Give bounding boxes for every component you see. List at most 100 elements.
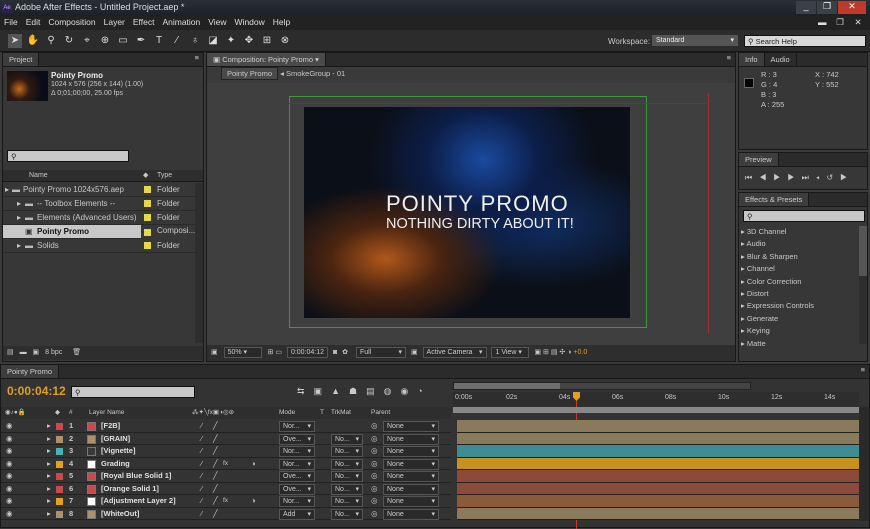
layer-label-swatch[interactable]	[56, 460, 63, 468]
channel-icon[interactable]: ✿	[342, 349, 348, 356]
brush-tool-icon[interactable]: ⁄	[170, 34, 184, 48]
column-name[interactable]: Name	[29, 170, 48, 182]
pen-tool-icon[interactable]: ✒	[134, 34, 148, 48]
parent-pickwhip-icon[interactable]: ◎	[371, 495, 378, 507]
menu-composition[interactable]: Composition	[44, 16, 99, 28]
tab-effects-presets[interactable]: Effects & Presets	[739, 193, 810, 206]
collapse-switch-icon[interactable]: ⁄	[201, 470, 202, 482]
comp-mini-flowchart-icon[interactable]: ⇆	[297, 386, 314, 396]
hide-shy-icon[interactable]: ☗	[349, 386, 366, 396]
expand-layer-icon[interactable]: ▸	[47, 433, 51, 445]
effect-category[interactable]: ▸ Keying	[741, 325, 857, 337]
snapshot-icon[interactable]: ◙	[333, 349, 337, 356]
layer-name[interactable]: [Orange Solid 1]	[101, 483, 159, 495]
visibility-eye-icon[interactable]: ◉	[6, 483, 13, 495]
layer-duration-bar[interactable]	[457, 420, 859, 433]
parent-pickwhip-icon[interactable]: ◎	[371, 470, 378, 482]
last-frame-icon[interactable]: ⏭	[802, 173, 816, 182]
quality-switch-icon[interactable]: ╱	[213, 420, 218, 432]
draft-3d-icon[interactable]: ▲	[331, 386, 349, 396]
effect-category[interactable]: ▸ Generate	[741, 313, 857, 325]
zoom-tool-icon[interactable]: ⚲	[44, 34, 58, 48]
layer-mode-dropdown[interactable]: Add ▾	[279, 508, 315, 520]
prev-frame-icon[interactable]: ◀	[759, 173, 773, 182]
menu-help[interactable]: Help	[269, 16, 294, 28]
effects-search-input[interactable]: ⚲	[743, 210, 865, 222]
layer-mode-dropdown[interactable]: Nor... ▾	[279, 421, 315, 432]
layer-trkmat-dropdown[interactable]: No... ▾	[331, 508, 363, 520]
clone-stamp-tool-icon[interactable]: ♁	[188, 34, 202, 48]
parent-pickwhip-icon[interactable]: ◎	[371, 458, 378, 470]
layer-label-swatch[interactable]	[56, 435, 63, 443]
tab-composition[interactable]: ▣ Composition: Pointy Promo ▾	[207, 53, 326, 66]
quality-switch-icon[interactable]: ╱	[213, 483, 218, 495]
quality-switch-icon[interactable]: ╱	[213, 495, 218, 507]
quality-switch-icon[interactable]: ╱	[213, 470, 218, 482]
effects-scrollbar[interactable]	[859, 226, 867, 344]
layer-label-swatch[interactable]	[56, 510, 63, 518]
play-icon[interactable]: ▶	[773, 173, 787, 182]
camera-tool-icon[interactable]: ⌖	[80, 34, 94, 48]
effect-category[interactable]: ▸ Expression Controls	[741, 300, 857, 312]
layer-parent-dropdown[interactable]: None ▾	[383, 458, 439, 470]
project-item[interactable]: ▸ ▬ Solids Folder	[3, 239, 195, 253]
camera-dropdown[interactable]: Active Camera ▾	[422, 347, 487, 358]
effect-category[interactable]: ▸ Distort	[741, 288, 857, 300]
safe-zones-icon[interactable]: ⊞	[268, 349, 274, 356]
fast-preview-icon[interactable]: ⊞	[543, 349, 549, 356]
zoom-dropdown[interactable]: 50% ▾	[223, 347, 262, 358]
menu-file[interactable]: File	[0, 16, 22, 28]
doc-close-button[interactable]: ✕	[850, 16, 866, 29]
parent-pickwhip-icon[interactable]: ◎	[371, 508, 378, 520]
brainstorm-icon[interactable]: ◉	[400, 386, 417, 396]
layer-duration-bar[interactable]	[457, 507, 859, 520]
collapse-switch-icon[interactable]: ⁄	[201, 483, 202, 495]
header-layer-name[interactable]: Layer Name	[89, 407, 124, 419]
layer-duration-bar[interactable]	[457, 482, 859, 495]
local-axis-icon[interactable]: ⊞	[260, 34, 274, 48]
project-scrollbar[interactable]	[195, 183, 203, 343]
interpret-footage-icon[interactable]: ▤	[7, 349, 14, 356]
layer-duration-bar[interactable]	[457, 457, 859, 470]
layer-row[interactable]: ◉ ▸ 7 [Adjustment Layer 2] ⁄ ╱ fx ◑ Nor... ▾ No...…	[1, 495, 451, 508]
exposure-value[interactable]: +0.0	[573, 349, 587, 356]
menu-layer[interactable]: Layer	[100, 16, 129, 28]
expand-layer-icon[interactable]: ▸	[47, 420, 51, 432]
layer-row[interactable]: ◉ ▸ 4 Grading ⁄ ╱ fx ◑ Nor... ▾ No... ▾ ◎ None ▾	[1, 458, 451, 470]
next-frame-icon[interactable]: ▶	[787, 173, 801, 182]
work-area-bar[interactable]	[453, 382, 751, 390]
expand-layer-icon[interactable]: ▸	[47, 495, 51, 507]
layer-row[interactable]: ◉ ▸ 5 [Royal Blue Solid 1] ⁄ ╱ Ove... ▾ No... ▾ ◎ N…	[1, 470, 451, 483]
motion-blur-icon[interactable]: ◍	[384, 386, 401, 396]
frame-blending-icon[interactable]: ▤	[366, 386, 384, 396]
mask-icon[interactable]: ▭	[275, 349, 282, 356]
effect-category[interactable]: ▸ Blur & Sharpen	[741, 251, 857, 263]
panel-menu-icon[interactable]: ≡	[861, 365, 869, 374]
world-axis-icon[interactable]: ⊗	[278, 34, 292, 48]
layer-row[interactable]: ◉ ▸ 6 [Orange Solid 1] ⁄ ╱ Ove... ▾ No... ▾ ◎ None ▾	[1, 483, 451, 495]
layer-mode-dropdown[interactable]: Ove... ▾	[279, 471, 315, 482]
adjustment-switch-icon[interactable]: ◑	[251, 458, 256, 470]
expand-layer-icon[interactable]: ▸	[47, 508, 51, 520]
layer-mode-dropdown[interactable]: Nor... ▾	[279, 496, 315, 507]
adjustment-switch-icon[interactable]: ◑	[251, 495, 256, 507]
layer-trkmat-dropdown[interactable]: No... ▾	[331, 471, 363, 482]
toggle-pixel-icon[interactable]: ▣	[534, 349, 541, 356]
puppet-tool-icon[interactable]: ✦	[224, 34, 238, 48]
fx-switch-icon[interactable]: fx	[223, 458, 228, 470]
search-help-input[interactable]: ⚲ Search Help	[744, 35, 866, 47]
layer-parent-dropdown[interactable]: None ▾	[383, 433, 439, 445]
layer-trkmat-dropdown[interactable]: No... ▾	[331, 496, 363, 507]
project-item[interactable]: ▸ ▬ Pointy Promo 1024x576.aep Folder	[3, 183, 195, 197]
ram-preview-icon[interactable]: ▶	[840, 173, 854, 182]
layer-parent-dropdown[interactable]: None ▾	[383, 471, 439, 482]
layer-parent-dropdown[interactable]: None ▾	[383, 496, 439, 507]
rotate-tool-icon[interactable]: ↻	[62, 34, 76, 48]
visibility-eye-icon[interactable]: ◉	[6, 445, 13, 457]
visibility-eye-icon[interactable]: ◉	[6, 495, 13, 507]
current-time-field[interactable]: 0:00:04:12	[286, 347, 329, 358]
view-layout-dropdown[interactable]: 1 View ▾	[491, 347, 530, 358]
layer-label-swatch[interactable]	[56, 485, 63, 493]
effect-category[interactable]: ▸ Audio	[741, 238, 857, 250]
menu-window[interactable]: Window	[231, 16, 269, 28]
